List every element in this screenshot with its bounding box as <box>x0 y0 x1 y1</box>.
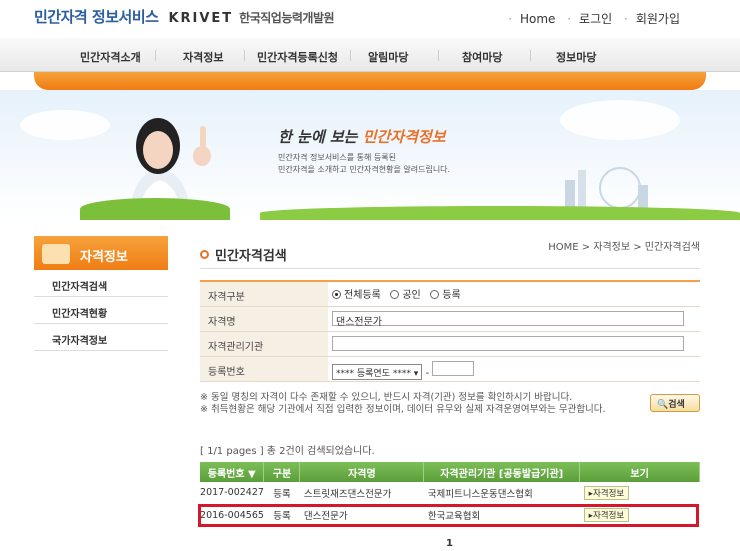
site-logo[interactable]: 민간자격 정보서비스 KRIVET 한국직업능력개발원 <box>34 6 335 27</box>
col-regno[interactable]: 등록번호 ▼ <box>200 462 265 482</box>
radio-certified-label: 공인 <box>402 290 421 301</box>
banner-desc-line: 민간자격을 소개하고 민간자격현황을 알려드립니다. <box>278 165 451 174</box>
radio-all-label: 전체등록 <box>344 290 381 301</box>
banner-title-highlight: 민간자격정보 <box>362 128 446 146</box>
name-input[interactable]: 댄스전문가 <box>332 311 684 328</box>
title-divider <box>200 268 700 269</box>
regno-dash: - <box>425 368 430 379</box>
form-row-regno: 등록번호 **** 등록연도 **** ▾ - <box>200 357 700 382</box>
search-icon: 🔍 <box>657 400 669 410</box>
logo-org-name: 한국직업능력개발원 <box>239 11 335 25</box>
nav-accent-bar <box>34 72 706 90</box>
join-link[interactable]: 회원가입 <box>636 12 680 26</box>
name-label: 자격명 <box>200 307 328 331</box>
nav-divider <box>244 50 245 61</box>
regno-year-select-value: **** 등록연도 **** <box>336 369 411 379</box>
banner: 한 눈에 보는 민간자격정보 민간자격 정보서비스를 통해 등록된 민간자격을 … <box>0 90 740 220</box>
main-nav: 민간자격소개 자격정보 민간자격등록신청 알림마당 참여마당 정보마당 <box>0 38 740 72</box>
nav-divider <box>155 50 156 61</box>
banner-desc-line: 민간자격 정보서비스를 통해 등록된 <box>278 153 397 162</box>
cell-name[interactable]: 스트릿재즈댄스전문가 <box>299 482 424 505</box>
col-name: 자격명 <box>299 462 425 482</box>
nav-item-qual-info[interactable]: 자격정보 <box>183 49 223 65</box>
cloud-decoration <box>20 110 110 140</box>
radio-certified[interactable] <box>390 290 400 299</box>
nav-item-participate[interactable]: 참여마당 <box>462 49 502 65</box>
banner-title: 한 눈에 보는 민간자격정보 <box>278 126 446 147</box>
header: 민간자격 정보서비스 KRIVET 한국직업능력개발원 · Home · 로그인 · 회원… <box>0 0 740 38</box>
cell-type: 등록 <box>263 482 300 505</box>
form-row-org: 자격관리기관 <box>200 332 700 357</box>
nav-item-info[interactable]: 정보마당 <box>556 49 596 65</box>
nav-item-register[interactable]: 민간자격등록신청 <box>257 49 338 65</box>
logo-text: 민간자격 정보서비스 <box>34 8 159 26</box>
top-links: · Home · 로그인 · 회원가입 <box>508 12 680 26</box>
sidebar-header-label: 자격정보 <box>80 250 128 265</box>
nav-item-intro[interactable]: 민간자격소개 <box>80 49 141 65</box>
cloud-decoration <box>560 100 680 140</box>
search-button[interactable]: 🔍검색 <box>650 394 700 412</box>
hill-decoration <box>80 198 230 220</box>
regno-number-input[interactable] <box>432 361 475 376</box>
search-notes: ※ 동일 명칭의 자격이 다수 존재할 수 있으니, 반드시 자격(기관) 정보… <box>200 392 606 416</box>
radio-registered[interactable] <box>430 290 440 299</box>
org-input[interactable] <box>332 336 684 351</box>
org-label: 자격관리기관 <box>200 332 328 356</box>
title-bullet-icon <box>200 250 209 259</box>
note-line: ※ 취득현황은 해당 기관에서 직접 입력한 정보이며, 데이터 유무와 실제 … <box>200 404 606 415</box>
pagination-current[interactable]: 1 <box>446 538 453 549</box>
type-label: 자격구분 <box>200 282 328 306</box>
sidebar-header: 자격정보 <box>34 236 168 270</box>
radio-all[interactable] <box>332 290 341 299</box>
home-link[interactable]: Home <box>520 12 555 26</box>
form-row-type: 자격구분 전체등록 공인 등록 <box>200 282 700 307</box>
hill-decoration <box>260 206 740 220</box>
results-summary: [ 1/1 pages ] 총 2건이 검색되었습니다. <box>200 446 375 457</box>
sidebar: 자격정보 민간자격검색 민간자격현황 국가자격정보 <box>34 236 168 351</box>
table-header-row: 등록번호 ▼ 구분 자격명 자격관리기관 [공동발급기관] 보기 <box>200 462 700 482</box>
chevron-down-icon: ▾ <box>413 369 419 379</box>
type-radio-group: 전체등록 공인 등록 <box>332 286 461 301</box>
logo-org: KRIVET <box>168 11 234 26</box>
search-form: 자격구분 전체등록 공인 등록 자격명 댄스전문가 자격관리기관 등록번호 **… <box>200 280 700 382</box>
view-info-button[interactable]: ▸자격정보 <box>583 485 630 500</box>
cell-regno: 2017-002427 <box>200 482 264 505</box>
page-title: 민간자격검색 <box>200 245 287 264</box>
folder-icon <box>42 244 70 264</box>
sidebar-item-status[interactable]: 민간자격현황 <box>34 297 168 324</box>
regno-label: 등록번호 <box>200 357 328 381</box>
nav-divider <box>530 50 531 61</box>
banner-description: 민간자격 정보서비스를 통해 등록된 민간자격을 소개하고 민간자격현황을 알려… <box>278 152 450 176</box>
cell-org: 국제피트니스운동댄스협회 <box>423 482 580 505</box>
col-type: 구분 <box>263 462 301 482</box>
row-highlight-box <box>198 504 699 527</box>
nav-divider <box>438 50 439 61</box>
col-org: 자격관리기관 [공동발급기관] <box>423 462 581 482</box>
banner-title-prefix: 한 눈에 보는 <box>278 128 358 146</box>
login-link[interactable]: 로그인 <box>579 12 612 26</box>
sidebar-item-search[interactable]: 민간자격검색 <box>34 270 168 297</box>
form-row-name: 자격명 댄스전문가 <box>200 307 700 332</box>
sidebar-item-national[interactable]: 국가자격정보 <box>34 324 168 351</box>
note-line: ※ 동일 명칭의 자격이 다수 존재할 수 있으니, 반드시 자격(기관) 정보… <box>200 392 573 403</box>
nav-item-notice[interactable]: 알림마당 <box>368 49 408 65</box>
table-row: 2017-002427 등록 스트릿재즈댄스전문가 국제피트니스운동댄스협회 ▸… <box>200 482 700 505</box>
city-skyline-illustration <box>565 167 648 210</box>
search-button-label: 검색 <box>668 400 685 410</box>
regno-year-select[interactable]: **** 등록연도 **** ▾ <box>332 364 423 380</box>
page-title-text: 민간자격검색 <box>215 249 287 264</box>
nav-divider <box>350 50 351 61</box>
breadcrumb: HOME > 자격정보 > 민간자격검색 <box>548 242 700 253</box>
col-view: 보기 <box>579 462 700 482</box>
radio-registered-label: 등록 <box>442 290 461 301</box>
